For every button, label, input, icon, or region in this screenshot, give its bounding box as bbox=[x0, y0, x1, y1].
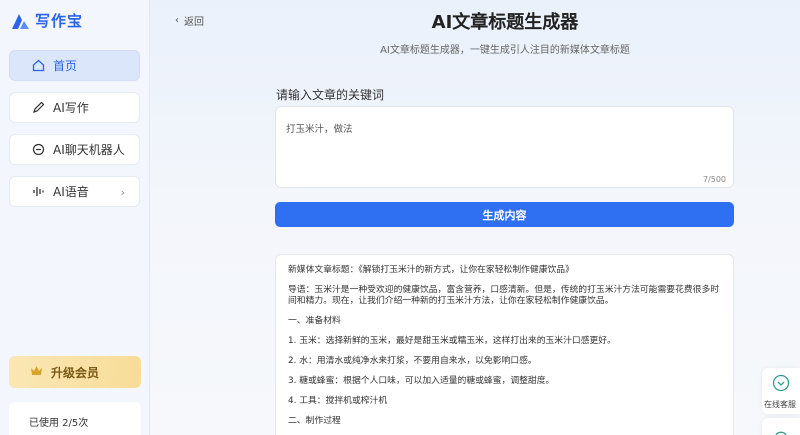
sidebar: 写作宝 首页 AI写作 AI聊天机器人 AI语音 › 升级会员 已使用 2/5次 bbox=[0, 0, 150, 435]
result-paragraph: 1. 玉米：选择新鲜的玉米，最好是甜玉米或糯玉米，这样打出来的玉米汁口感更好。 bbox=[288, 336, 616, 346]
sidebar-item-ai-writing[interactable]: AI写作 bbox=[9, 92, 140, 123]
keyword-input-label: 请输入文章的关键词 bbox=[276, 88, 385, 102]
upgrade-button[interactable]: 升级会员 bbox=[9, 356, 141, 388]
page-title: AI文章标题生成器 bbox=[431, 12, 579, 33]
phone-icon bbox=[774, 422, 788, 435]
result-paragraph: 2. 水：用清水或纯净水来打浆，不要用自来水，以免影响口感。 bbox=[288, 356, 537, 366]
char-count: 7/500 bbox=[702, 175, 726, 184]
result-paragraph: 一、准备材料 bbox=[288, 316, 341, 326]
voice-icon bbox=[31, 185, 45, 199]
keyword-input-value: 打玉米汁，做法 bbox=[286, 124, 353, 135]
pen-icon bbox=[31, 101, 45, 115]
result-paragraph: 3. 糖或蜂蜜：根据个人口味，可以加入适量的糖或蜂蜜，调整甜度。 bbox=[288, 376, 555, 386]
result-paragraph: 新媒体文章标题：《解锁打玉米汁的新方式，让你在家轻松制作健康饮品》 bbox=[288, 265, 574, 275]
home-icon bbox=[31, 59, 45, 73]
keyword-input[interactable]: 打玉米汁，做法 7/500 bbox=[275, 106, 734, 188]
result-paragraph: 4. 工具：搅拌机或榨汁机 bbox=[288, 396, 388, 406]
upgrade-label: 升级会员 bbox=[51, 365, 100, 380]
chevron-right-icon: › bbox=[120, 186, 125, 199]
result-panel: 新媒体文章标题：《解锁打玉米汁的新方式，让你在家轻松制作健康饮品》 导语：玉米汁… bbox=[275, 254, 734, 435]
sidebar-item-label: 首页 bbox=[53, 59, 78, 73]
crown-icon bbox=[30, 365, 43, 379]
page-subtitle: AI文章标题生成器，一键生成引人注目的新媒体文章标题 bbox=[380, 45, 630, 56]
sidebar-item-ai-chatbot[interactable]: AI聊天机器人 bbox=[9, 134, 140, 165]
sidebar-item-label: AI聊天机器人 bbox=[53, 143, 125, 157]
generate-button[interactable]: 生成内容 bbox=[275, 202, 734, 227]
sidebar-item-label: AI写作 bbox=[53, 101, 89, 115]
customer-service-label: 在线客服 bbox=[764, 400, 796, 409]
sidebar-item-label: AI语音 bbox=[53, 185, 89, 199]
usage-text: 已使用 2/5次 bbox=[29, 418, 89, 429]
heart-chat-icon bbox=[772, 374, 790, 396]
widget-secondary-button[interactable] bbox=[762, 418, 800, 435]
sidebar-item-ai-voice[interactable]: AI语音 › bbox=[9, 176, 140, 207]
result-paragraph: 导语：玉米汁是一种受欢迎的健康饮品，富含营养，口感清新。但是，传统的打玉米汁方法… bbox=[288, 285, 720, 306]
usage-status: 已使用 2/5次 bbox=[9, 402, 141, 435]
result-paragraph: 二、制作过程 bbox=[288, 416, 341, 426]
chat-icon bbox=[31, 143, 45, 157]
